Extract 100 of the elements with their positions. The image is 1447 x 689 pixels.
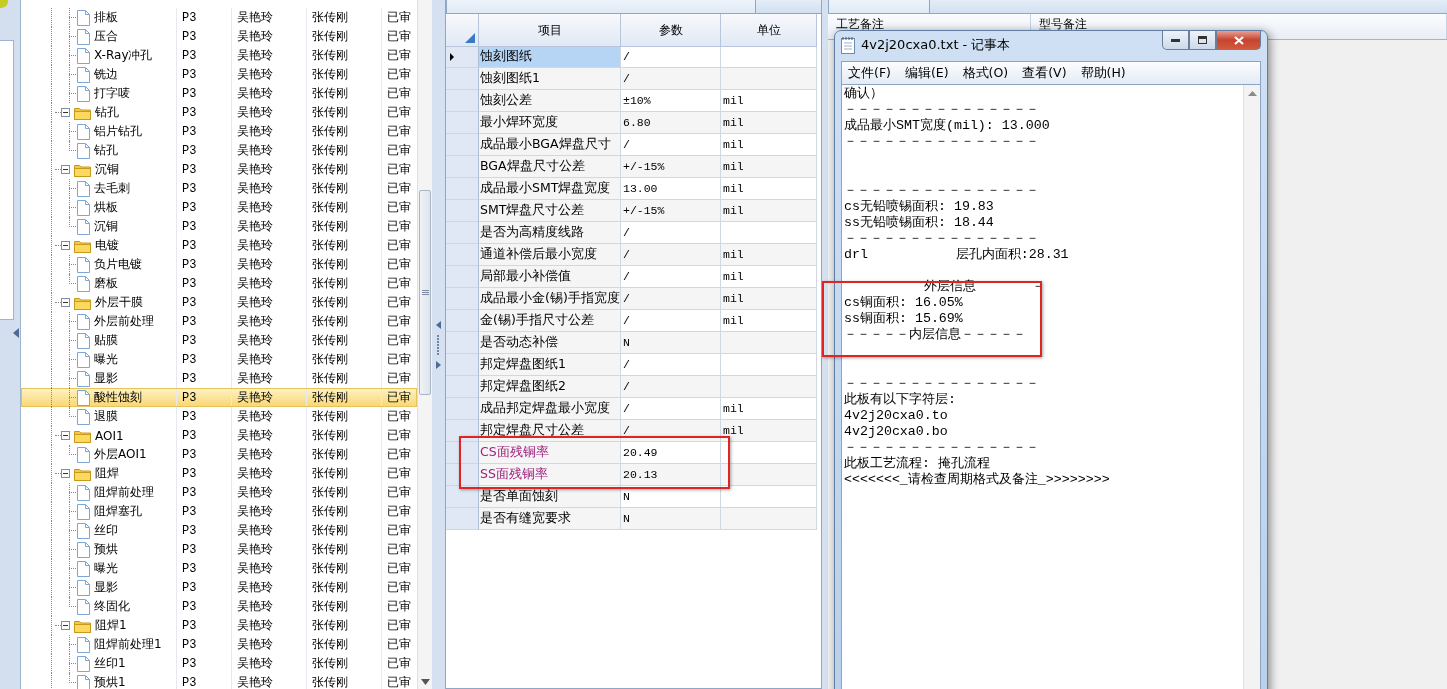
text-line: 此板有以下字符层: [844, 391, 957, 408]
expand-arrow-icon[interactable] [436, 360, 441, 369]
table-cell: / [621, 244, 721, 266]
table-cell: 吴艳玲 [231, 312, 306, 331]
table-cell: 张传刚 [306, 179, 381, 198]
close-button[interactable] [1216, 31, 1261, 50]
table-cell: 成品最小SMT焊盘宽度 [479, 178, 621, 200]
collapse-toggle-icon[interactable] [61, 298, 70, 307]
row-header[interactable] [446, 486, 479, 508]
document-icon [77, 598, 90, 615]
text-line: 确认） [844, 86, 884, 103]
text-line: cs无铅喷锡面积: 19.83 [844, 198, 995, 215]
tree-item-label: 酸性蚀刻 [94, 389, 142, 406]
text-line: 4v2j20cxa0.bo [844, 423, 949, 441]
tree-item-label: 显影 [94, 370, 118, 387]
table-cell: P3 [176, 274, 231, 293]
column-header[interactable]: 参数 [621, 14, 721, 47]
folder-icon [74, 618, 91, 633]
table-cell: 通道补偿后最小宽度 [479, 244, 621, 266]
table-cell: / [621, 134, 721, 156]
table-cell: mil [721, 200, 817, 222]
document-icon [77, 180, 90, 197]
table-cell: P3 [176, 388, 231, 407]
table-cell: P3 [176, 236, 231, 255]
text-line: －－－－－－－－－－－－－－－ [844, 182, 1040, 199]
collapse-arrow-icon[interactable] [436, 320, 441, 329]
row-header[interactable] [446, 464, 479, 486]
scrollbar-thumb[interactable] [419, 190, 431, 395]
table-cell: / [621, 46, 721, 68]
collapse-toggle-icon[interactable] [61, 469, 70, 478]
maximize-button[interactable] [1189, 31, 1216, 50]
row-header[interactable] [446, 46, 479, 68]
table-cell: P3 [176, 27, 231, 46]
row-header[interactable] [446, 442, 479, 464]
table-cell: 张传刚 [306, 616, 381, 635]
tree-item-label: 钻孔 [95, 104, 119, 121]
text-line: drl 层孔内面积:28.31 [844, 246, 1070, 264]
table-cell: 吴艳玲 [231, 540, 306, 559]
tree-row[interactable]: 酸性蚀刻 P3 吴艳玲 张传刚 已审 [21, 388, 417, 407]
table-cell: 张传刚 [306, 331, 381, 350]
tree-item-label: 终固化 [94, 598, 130, 615]
text-line: ss无铅喷锡面积: 18.44 [844, 214, 995, 231]
row-header[interactable] [446, 420, 479, 442]
table-cell: 张传刚 [306, 559, 381, 578]
document-icon [77, 218, 90, 235]
table-cell: 吴艳玲 [231, 578, 306, 597]
table-cell: P3 [176, 312, 231, 331]
collapse-toggle-icon[interactable] [61, 241, 70, 250]
menu-item[interactable]: 编辑(E) [904, 64, 949, 82]
collapse-arrow-icon[interactable] [13, 328, 19, 338]
splitter-grip-icon[interactable] [437, 334, 440, 355]
menu-item[interactable]: 格式(O) [962, 64, 1009, 82]
menu-item[interactable]: 查看(V) [1022, 64, 1067, 82]
table-cell: 是否有缝宽要求 [479, 508, 621, 530]
collapse-toggle-icon[interactable] [61, 165, 70, 174]
text-line: <<<<<<<_请检查周期格式及备注_>>>>>>>> [844, 472, 1111, 489]
text-line: 成品最小SMT宽度(mil): 13.000 [844, 118, 1051, 135]
table-cell: SMT焊盘尺寸公差 [479, 200, 621, 222]
table-cell: 吴艳玲 [231, 293, 306, 312]
collapse-toggle-icon[interactable] [61, 621, 70, 630]
table-cell: 6.80 [621, 112, 721, 134]
table-cell: 吴艳玲 [231, 217, 306, 236]
minimize-icon [1171, 38, 1180, 42]
table-cell: 张传刚 [306, 426, 381, 445]
table-cell: 蚀刻公差 [479, 90, 621, 112]
table-cell: mil [721, 156, 817, 178]
table-cell: 张传刚 [306, 312, 381, 331]
column-header[interactable]: 单位 [721, 14, 817, 47]
table-cell: 张传刚 [306, 578, 381, 597]
table-cell: / [621, 68, 721, 90]
table-cell: 成品邦定焊盘最小宽度 [479, 398, 621, 420]
minimize-button[interactable] [1162, 31, 1189, 50]
table-cell: 是否单面蚀刻 [479, 486, 621, 508]
folder-icon [74, 295, 91, 310]
table-cell: 吴艳玲 [231, 350, 306, 369]
tree-item-label: 显影 [94, 579, 118, 596]
tree-item-label: 外层AOI1 [94, 446, 147, 463]
table-cell: 吴艳玲 [231, 426, 306, 445]
table-cell: 邦定焊盘图纸1 [479, 354, 621, 376]
tree-item-label: 阻焊塞孔 [94, 503, 142, 520]
document-icon [77, 446, 90, 463]
column-header[interactable]: 项目 [479, 14, 621, 47]
table-cell: 张传刚 [306, 483, 381, 502]
document-icon [77, 579, 90, 596]
tree-item-label: AOI1 [95, 428, 124, 443]
scroll-down-icon[interactable] [420, 679, 430, 685]
table-cell: 蚀刻图纸1 [479, 68, 621, 90]
table-cell: mil [721, 178, 817, 200]
collapse-toggle-icon[interactable] [61, 431, 70, 440]
table-cell: mil [721, 112, 817, 134]
table-cell: 张传刚 [306, 217, 381, 236]
table-cell: 20.13 [621, 464, 721, 486]
text-line: －－－－－－－－－－－－－－－ [844, 134, 1040, 151]
collapse-toggle-icon[interactable] [61, 108, 70, 117]
tree-item-label: 贴膜 [94, 332, 118, 349]
menu-item[interactable]: 文件(F) [848, 64, 891, 82]
table-cell: P3 [176, 255, 231, 274]
menu-item[interactable]: 帮助(H) [1080, 64, 1126, 82]
table-cell: 张传刚 [306, 502, 381, 521]
scroll-up-icon[interactable] [1247, 91, 1257, 96]
